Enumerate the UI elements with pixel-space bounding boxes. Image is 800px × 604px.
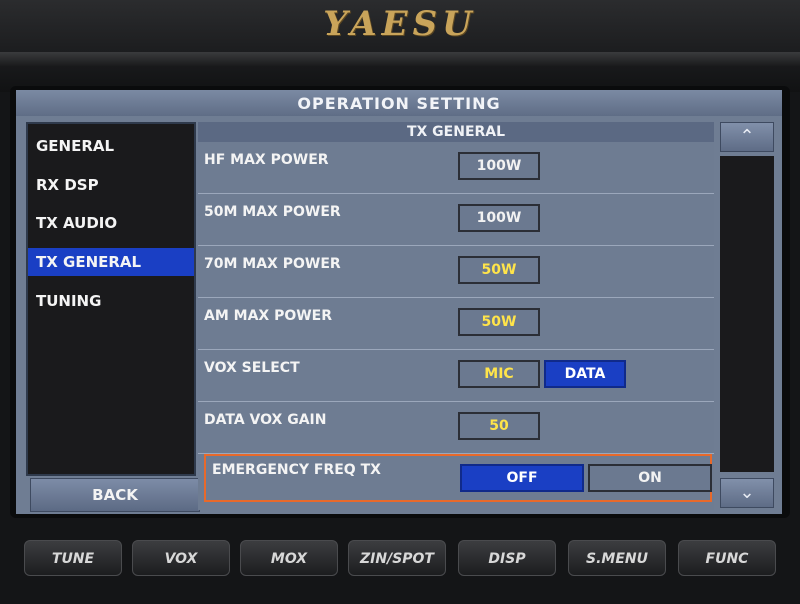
70m-max-power-label: 70M MAX POWER xyxy=(204,256,341,272)
data-vox-gain-value[interactable]: 50 xyxy=(458,412,540,440)
hf-max-power-value[interactable]: 100W xyxy=(458,152,540,180)
row-am-max-power: AM MAX POWER 50W xyxy=(198,298,714,350)
scroll-up-button[interactable]: ⌃ xyxy=(720,122,774,152)
window-title: OPERATION SETTING xyxy=(16,90,782,116)
data-vox-gain-label: DATA VOX GAIN xyxy=(204,412,327,428)
row-hf-max-power: HF MAX POWER 100W xyxy=(198,142,714,194)
disp-button[interactable]: DISP xyxy=(458,540,556,576)
row-70m-max-power: 70M MAX POWER 50W xyxy=(198,246,714,298)
row-vox-select: VOX SELECT MIC DATA xyxy=(198,350,714,402)
vox-select-mic-option[interactable]: MIC xyxy=(458,360,540,388)
emergency-freq-tx-label: EMERGENCY FREQ TX xyxy=(212,462,381,478)
sidebar-item-tx-general[interactable]: TX GENERAL xyxy=(28,248,194,276)
scrollbar: ⌃ ⌄ xyxy=(720,122,774,508)
vox-select-data-option[interactable]: DATA xyxy=(544,360,626,388)
emergency-freq-tx-on-option[interactable]: ON xyxy=(588,464,712,492)
row-data-vox-gain: DATA VOX GAIN 50 xyxy=(198,402,714,454)
am-max-power-value[interactable]: 50W xyxy=(458,308,540,336)
s-menu-button[interactable]: S.MENU xyxy=(568,540,666,576)
row-50m-max-power: 50M MAX POWER 100W xyxy=(198,194,714,246)
touch-screen: OPERATION SETTING GENERAL RX DSP TX AUDI… xyxy=(16,90,782,514)
yaesu-logo: YAESU xyxy=(323,4,477,44)
sidebar-item-tx-audio[interactable]: TX AUDIO xyxy=(28,209,194,237)
mox-button[interactable]: MOX xyxy=(240,540,338,576)
bezel-ridge xyxy=(0,52,800,66)
row-emergency-freq-tx: EMERGENCY FREQ TX OFF ON xyxy=(204,454,712,502)
sidebar-item-tuning[interactable]: TUNING xyxy=(28,287,194,315)
scroll-down-button[interactable]: ⌄ xyxy=(720,478,774,508)
settings-panel: TX GENERAL HF MAX POWER 100W 50M MAX POW… xyxy=(198,122,714,510)
hardware-button-row: TUNE VOX MOX ZIN/SPOT DISP S.MENU FUNC xyxy=(0,528,800,604)
panel-header: TX GENERAL xyxy=(198,122,714,142)
vox-select-label: VOX SELECT xyxy=(204,360,300,376)
chevron-down-icon: ⌄ xyxy=(739,482,755,503)
70m-max-power-value[interactable]: 50W xyxy=(458,256,540,284)
50m-max-power-value[interactable]: 100W xyxy=(458,204,540,232)
zin-spot-button[interactable]: ZIN/SPOT xyxy=(348,540,446,576)
radio-bezel-top: YAESU xyxy=(0,0,800,92)
tune-button[interactable]: TUNE xyxy=(24,540,122,576)
sidebar-menu: GENERAL RX DSP TX AUDIO TX GENERAL TUNIN… xyxy=(26,122,196,476)
50m-max-power-label: 50M MAX POWER xyxy=(204,204,341,220)
hf-max-power-label: HF MAX POWER xyxy=(204,152,329,168)
vox-button[interactable]: VOX xyxy=(132,540,230,576)
sidebar-item-general[interactable]: GENERAL xyxy=(28,132,194,160)
sidebar-item-rx-dsp[interactable]: RX DSP xyxy=(28,171,194,199)
back-button[interactable]: BACK xyxy=(30,478,200,512)
func-button[interactable]: FUNC xyxy=(678,540,776,576)
emergency-freq-tx-off-option[interactable]: OFF xyxy=(460,464,584,492)
scroll-track[interactable] xyxy=(720,156,774,472)
chevron-up-icon: ⌃ xyxy=(739,126,755,147)
am-max-power-label: AM MAX POWER xyxy=(204,308,333,324)
